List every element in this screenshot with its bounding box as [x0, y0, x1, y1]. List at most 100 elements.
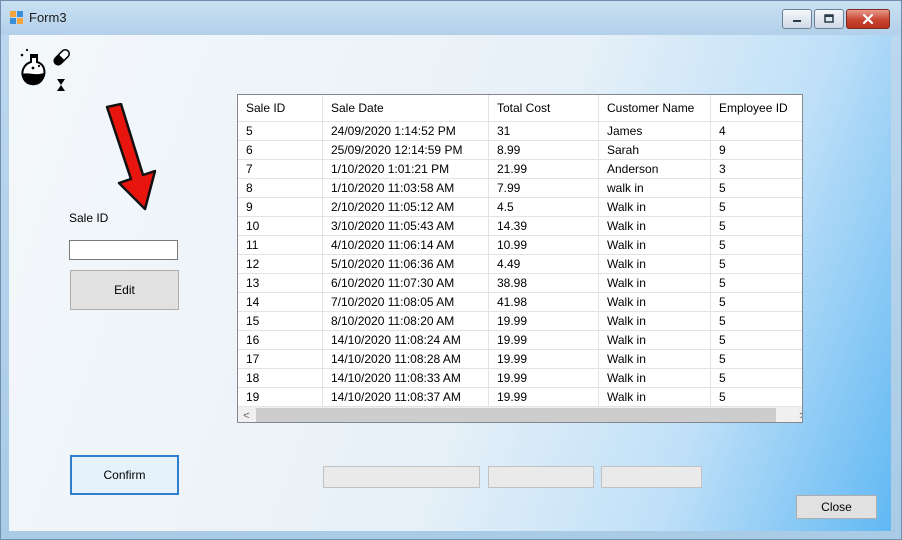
table-row[interactable]: 9 2/10/2020 11:05:12 AM 4.5 Walk in 5 — [238, 198, 802, 217]
cell-customer-name[interactable]: Walk in — [599, 388, 711, 407]
cell-employee-id[interactable]: 9 — [711, 141, 802, 160]
cell-employee-id[interactable]: 5 — [711, 331, 802, 350]
table-row[interactable]: 10 3/10/2020 11:05:43 AM 14.39 Walk in 5 — [238, 217, 802, 236]
sale-id-input[interactable] — [69, 240, 178, 260]
cell-employee-id[interactable]: 3 — [711, 160, 802, 179]
table-row[interactable]: 17 14/10/2020 11:08:28 AM 19.99 Walk in 5 — [238, 350, 802, 369]
cell-customer-name[interactable]: Walk in — [599, 369, 711, 388]
cell-employee-id[interactable]: 5 — [711, 293, 802, 312]
cell-sale-date[interactable]: 8/10/2020 11:08:20 AM — [323, 312, 489, 331]
cell-customer-name[interactable]: Walk in — [599, 331, 711, 350]
table-row[interactable]: 15 8/10/2020 11:08:20 AM 19.99 Walk in 5 — [238, 312, 802, 331]
cell-sale-id[interactable]: 5 — [238, 122, 323, 141]
blank-button-3[interactable] — [601, 466, 702, 488]
cell-sale-id[interactable]: 15 — [238, 312, 323, 331]
edit-button[interactable]: Edit — [70, 270, 179, 310]
blank-button-2[interactable] — [488, 466, 594, 488]
cell-sale-id[interactable]: 10 — [238, 217, 323, 236]
maximize-button[interactable] — [814, 9, 844, 29]
cell-total-cost[interactable]: 41.98 — [489, 293, 599, 312]
scroll-left-arrow-icon[interactable]: < — [238, 407, 255, 422]
cell-employee-id[interactable]: 5 — [711, 312, 802, 331]
cell-sale-id[interactable]: 9 — [238, 198, 323, 217]
table-row[interactable]: 7 1/10/2020 1:01:21 PM 21.99 Anderson 3 — [238, 160, 802, 179]
cell-sale-date[interactable]: 3/10/2020 11:05:43 AM — [323, 217, 489, 236]
table-row[interactable]: 16 14/10/2020 11:08:24 AM 19.99 Walk in 5 — [238, 331, 802, 350]
cell-sale-date[interactable]: 2/10/2020 11:05:12 AM — [323, 198, 489, 217]
table-row[interactable]: 5 24/09/2020 1:14:52 PM 31 James 4 — [238, 122, 802, 141]
table-row[interactable]: 11 4/10/2020 11:06:14 AM 10.99 Walk in 5 — [238, 236, 802, 255]
cell-total-cost[interactable]: 31 — [489, 122, 599, 141]
cell-sale-date[interactable]: 1/10/2020 11:03:58 AM — [323, 179, 489, 198]
close-button[interactable]: Close — [796, 495, 877, 519]
cell-sale-id[interactable]: 18 — [238, 369, 323, 388]
table-row[interactable]: 8 1/10/2020 11:03:58 AM 7.99 walk in 5 — [238, 179, 802, 198]
cell-total-cost[interactable]: 38.98 — [489, 274, 599, 293]
cell-customer-name[interactable]: James — [599, 122, 711, 141]
cell-employee-id[interactable]: 5 — [711, 217, 802, 236]
cell-sale-date[interactable]: 14/10/2020 11:08:24 AM — [323, 331, 489, 350]
cell-customer-name[interactable]: Sarah — [599, 141, 711, 160]
cell-sale-id[interactable]: 17 — [238, 350, 323, 369]
column-header-employee-id[interactable]: Employee ID — [711, 95, 802, 122]
cell-total-cost[interactable]: 4.49 — [489, 255, 599, 274]
cell-sale-id[interactable]: 13 — [238, 274, 323, 293]
cell-customer-name[interactable]: Walk in — [599, 350, 711, 369]
cell-total-cost[interactable]: 8.99 — [489, 141, 599, 160]
cell-total-cost[interactable]: 14.39 — [489, 217, 599, 236]
cell-customer-name[interactable]: Walk in — [599, 255, 711, 274]
cell-sale-id[interactable]: 12 — [238, 255, 323, 274]
horizontal-scrollbar[interactable]: < > — [238, 407, 802, 422]
column-header-total-cost[interactable]: Total Cost — [489, 95, 599, 122]
cell-customer-name[interactable]: Walk in — [599, 293, 711, 312]
title-bar[interactable]: Form3 — [1, 1, 901, 35]
cell-total-cost[interactable]: 19.99 — [489, 331, 599, 350]
cell-customer-name[interactable]: Walk in — [599, 198, 711, 217]
table-row[interactable]: 18 14/10/2020 11:08:33 AM 19.99 Walk in 5 — [238, 369, 802, 388]
scroll-right-arrow-icon[interactable]: > — [794, 407, 802, 422]
cell-employee-id[interactable]: 5 — [711, 369, 802, 388]
cell-employee-id[interactable]: 5 — [711, 255, 802, 274]
cell-total-cost[interactable]: 10.99 — [489, 236, 599, 255]
sales-data-grid[interactable]: Sale ID Sale Date Total Cost Customer Na… — [237, 94, 803, 423]
cell-employee-id[interactable]: 5 — [711, 198, 802, 217]
cell-customer-name[interactable]: walk in — [599, 179, 711, 198]
cell-sale-date[interactable]: 24/09/2020 1:14:52 PM — [323, 122, 489, 141]
cell-sale-id[interactable]: 11 — [238, 236, 323, 255]
cell-sale-id[interactable]: 14 — [238, 293, 323, 312]
cell-sale-date[interactable]: 14/10/2020 11:08:37 AM — [323, 388, 489, 407]
cell-sale-id[interactable]: 7 — [238, 160, 323, 179]
column-header-sale-date[interactable]: Sale Date — [323, 95, 489, 122]
cell-total-cost[interactable]: 19.99 — [489, 369, 599, 388]
column-header-sale-id[interactable]: Sale ID — [238, 95, 323, 122]
table-row[interactable]: 13 6/10/2020 11:07:30 AM 38.98 Walk in 5 — [238, 274, 802, 293]
cell-customer-name[interactable]: Walk in — [599, 312, 711, 331]
cell-sale-date[interactable]: 14/10/2020 11:08:28 AM — [323, 350, 489, 369]
table-row[interactable]: 6 25/09/2020 12:14:59 PM 8.99 Sarah 9 — [238, 141, 802, 160]
cell-sale-id[interactable]: 8 — [238, 179, 323, 198]
cell-customer-name[interactable]: Anderson — [599, 160, 711, 179]
cell-employee-id[interactable]: 5 — [711, 236, 802, 255]
cell-total-cost[interactable]: 19.99 — [489, 312, 599, 331]
cell-sale-date[interactable]: 7/10/2020 11:08:05 AM — [323, 293, 489, 312]
cell-sale-date[interactable]: 5/10/2020 11:06:36 AM — [323, 255, 489, 274]
cell-customer-name[interactable]: Walk in — [599, 217, 711, 236]
horizontal-scroll-thumb[interactable] — [256, 408, 776, 422]
minimize-button[interactable] — [782, 9, 812, 29]
cell-employee-id[interactable]: 5 — [711, 388, 802, 407]
cell-customer-name[interactable]: Walk in — [599, 236, 711, 255]
column-header-customer-name[interactable]: Customer Name — [599, 95, 711, 122]
cell-sale-date[interactable]: 25/09/2020 12:14:59 PM — [323, 141, 489, 160]
cell-total-cost[interactable]: 4.5 — [489, 198, 599, 217]
cell-customer-name[interactable]: Walk in — [599, 274, 711, 293]
cell-sale-id[interactable]: 6 — [238, 141, 323, 160]
cell-sale-id[interactable]: 16 — [238, 331, 323, 350]
cell-sale-date[interactable]: 1/10/2020 1:01:21 PM — [323, 160, 489, 179]
cell-employee-id[interactable]: 5 — [711, 179, 802, 198]
cell-sale-date[interactable]: 14/10/2020 11:08:33 AM — [323, 369, 489, 388]
cell-total-cost[interactable]: 7.99 — [489, 179, 599, 198]
cell-employee-id[interactable]: 5 — [711, 274, 802, 293]
cell-sale-id[interactable]: 19 — [238, 388, 323, 407]
cell-total-cost[interactable]: 21.99 — [489, 160, 599, 179]
table-row[interactable]: 19 14/10/2020 11:08:37 AM 19.99 Walk in 5 — [238, 388, 802, 407]
